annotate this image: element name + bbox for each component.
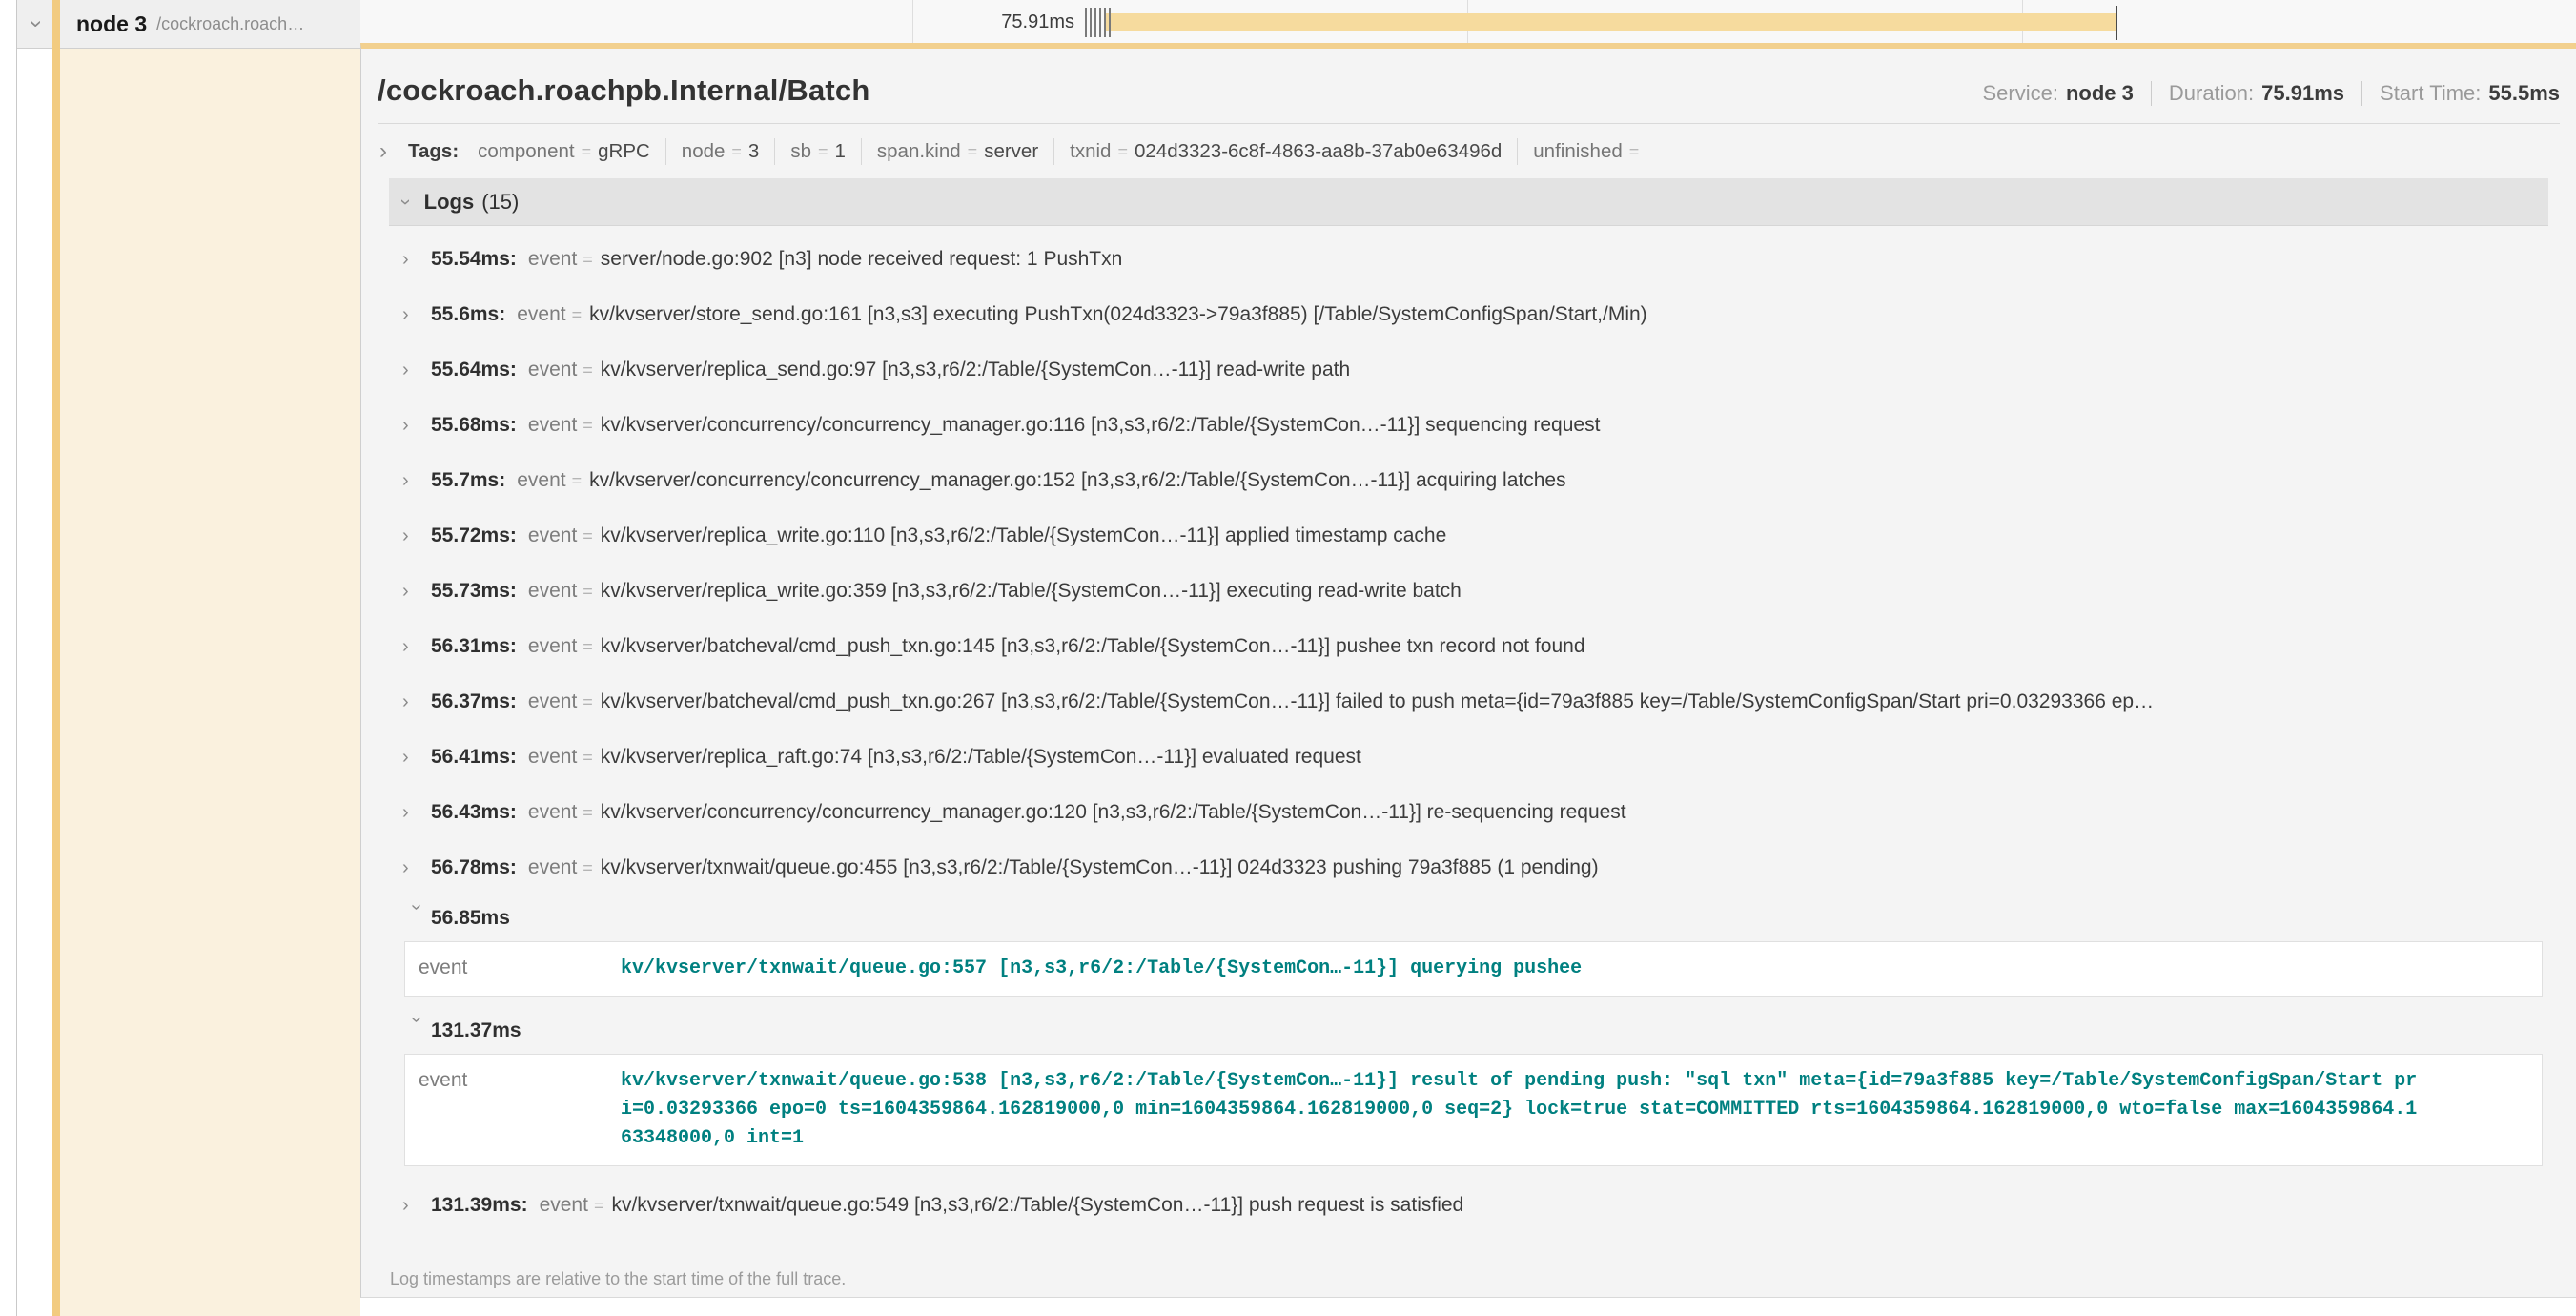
- log-fields-table: event kv/kvserver/txnwait/queue.go:538 […: [404, 1054, 2543, 1166]
- log-entry[interactable]: › 55.72ms: event = kv/kvserver/replica_w…: [389, 508, 2548, 564]
- log-field-key: event: [419, 955, 621, 983]
- log-entry[interactable]: › 131.39ms: event = kv/kvserver/txnwait/…: [389, 1178, 2548, 1233]
- tags-accordion-header[interactable]: › Tags: component=gRPC node=3 sb=1 span.…: [378, 124, 2560, 175]
- chevron-right-icon: ›: [402, 858, 431, 877]
- tag-item: txnid=024d3323-6c8f-4863-aa8b-37ab0e6349…: [1070, 140, 1502, 163]
- ruler-gridline: [912, 0, 913, 49]
- divider: [665, 138, 666, 165]
- logs-accordion-header[interactable]: › Logs (15): [389, 178, 2548, 226]
- chevron-down-icon: ›: [407, 1017, 426, 1045]
- left-gutter: [0, 0, 17, 1316]
- tag-item: node=3: [682, 140, 760, 163]
- duration-label: Duration:: [2169, 81, 2254, 106]
- service-label: Service:: [1982, 81, 2057, 106]
- chevron-right-icon: ›: [402, 582, 431, 601]
- logs-footer-note: Log timestamps are relative to the start…: [390, 1269, 846, 1289]
- log-entry[interactable]: › 56.78ms: event = kv/kvserver/txnwait/q…: [389, 840, 2548, 895]
- chevron-right-icon: ›: [402, 1196, 431, 1215]
- duration-value: 75.91ms: [2261, 81, 2344, 106]
- chevron-down-icon: ›: [25, 20, 48, 28]
- log-field-value: kv/kvserver/txnwait/queue.go:557 [n3,s3,…: [621, 955, 2528, 983]
- tag-item: component=gRPC: [478, 140, 650, 163]
- span-service-name: node 3: [76, 11, 147, 37]
- chevron-right-icon: ›: [402, 748, 431, 767]
- log-tick-marks: [1094, 8, 1096, 37]
- log-entry[interactable]: › 55.64ms: event = kv/kvserver/replica_s…: [389, 342, 2548, 398]
- log-fields-table: event kv/kvserver/txnwait/queue.go:557 […: [404, 941, 2543, 997]
- log-tick-marks: [1109, 8, 1111, 37]
- log-entry[interactable]: › 56.43ms: event = kv/kvserver/concurren…: [389, 785, 2548, 840]
- chevron-right-icon: ›: [402, 416, 431, 435]
- logs-section: › Logs (15) › 55.54ms: event = server/no…: [389, 178, 2548, 1233]
- collapse-span-button[interactable]: ›: [17, 11, 55, 36]
- log-entry-expanded-header[interactable]: › 131.37ms: [389, 1008, 2548, 1054]
- logs-count: (15): [481, 190, 519, 215]
- divider: [861, 138, 862, 165]
- span-end-marker: [2116, 6, 2117, 40]
- log-entry[interactable]: › 55.6ms: event = kv/kvserver/store_send…: [389, 287, 2548, 342]
- divider: [1517, 138, 1518, 165]
- log-entry[interactable]: › 56.31ms: event = kv/kvserver/batcheval…: [389, 619, 2548, 674]
- log-entry[interactable]: › 55.68ms: event = kv/kvserver/concurren…: [389, 398, 2548, 453]
- tag-item: unfinished=: [1533, 140, 1646, 163]
- span-detail-title: /cockroach.roachpb.Internal/Batch: [378, 73, 870, 108]
- span-overview: Service: node 3 Duration: 75.91ms Start …: [1982, 81, 2560, 108]
- chevron-right-icon: ›: [402, 803, 431, 822]
- chevron-right-icon: ›: [402, 526, 431, 545]
- logs-title: Logs: [424, 190, 475, 215]
- log-tick-marks: [1085, 8, 1087, 37]
- start-time-label: Start Time:: [2380, 81, 2481, 106]
- divider: [774, 138, 775, 165]
- log-entry[interactable]: › 56.41ms: event = kv/kvserver/replica_r…: [389, 730, 2548, 785]
- divider: [2361, 81, 2362, 106]
- log-field-key: event: [419, 1067, 621, 1153]
- chevron-right-icon: ›: [402, 637, 431, 656]
- span-detail-panel: /cockroach.roachpb.Internal/Batch Servic…: [360, 43, 2576, 1298]
- chevron-right-icon: ›: [402, 305, 431, 324]
- log-field-value: kv/kvserver/txnwait/queue.go:538 [n3,s3,…: [621, 1067, 2528, 1153]
- tag-item: span.kind=server: [877, 140, 1038, 163]
- log-entry[interactable]: › 55.7ms: event = kv/kvserver/concurrenc…: [389, 453, 2548, 508]
- log-entry[interactable]: › 55.54ms: event = server/node.go:902 [n…: [389, 232, 2548, 287]
- log-tick-marks: [1099, 8, 1101, 37]
- divider: [1053, 138, 1054, 165]
- log-entry[interactable]: › 56.37ms: event = kv/kvserver/batcheval…: [389, 674, 2548, 730]
- chevron-right-icon: ›: [402, 250, 431, 269]
- chevron-right-icon: ›: [402, 471, 431, 490]
- span-duration-label: 75.91ms: [1001, 0, 1074, 44]
- span-accent-bar: [52, 0, 60, 1316]
- span-tree-row-header[interactable]: › node 3 /cockroach.roach…: [17, 0, 360, 49]
- span-operation-name: /cockroach.roach…: [156, 14, 304, 34]
- chevron-down-icon: ›: [407, 904, 426, 933]
- log-entry-expanded-header[interactable]: › 56.85ms: [389, 895, 2548, 941]
- start-time-value: 55.5ms: [2488, 81, 2560, 106]
- service-value: node 3: [2066, 81, 2134, 106]
- log-tick-marks: [1090, 8, 1092, 37]
- log-tick-marks: [1104, 8, 1106, 37]
- tags-label: Tags:: [408, 140, 459, 163]
- log-entry[interactable]: › 55.73ms: event = kv/kvserver/replica_w…: [389, 564, 2548, 619]
- span-timeline-ruler: 75.91ms: [360, 0, 2576, 49]
- chevron-right-icon: ›: [379, 140, 387, 163]
- span-bar: [1104, 13, 2116, 31]
- chevron-right-icon: ›: [402, 360, 431, 380]
- divider: [2151, 81, 2152, 106]
- tag-item: sb=1: [790, 140, 846, 163]
- chevron-down-icon: ›: [396, 198, 415, 205]
- log-list: › 55.54ms: event = server/node.go:902 [n…: [389, 226, 2548, 1233]
- selected-span-row-highlight[interactable]: [60, 49, 360, 1316]
- chevron-right-icon: ›: [402, 692, 431, 711]
